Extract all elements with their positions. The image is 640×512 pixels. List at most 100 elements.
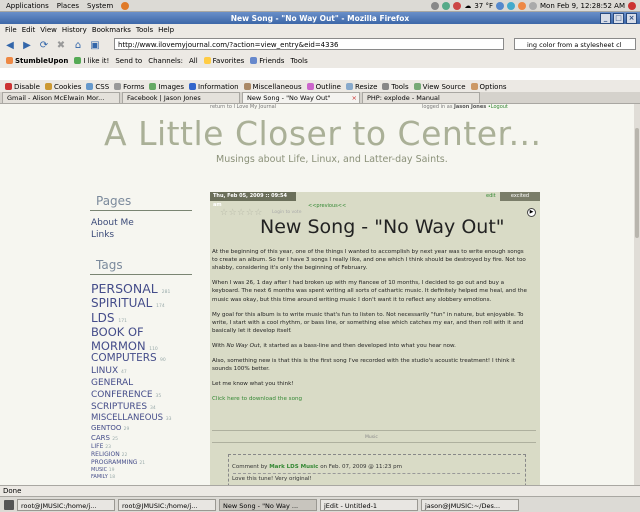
menu-history[interactable]: History	[62, 26, 87, 34]
tag-link[interactable]: RELIGION 22	[91, 451, 127, 458]
tag-link[interactable]: LINUX 47	[91, 366, 127, 376]
tag-link[interactable]: MUSIC 19	[91, 467, 114, 473]
site-icon: ▣	[90, 39, 100, 51]
close-button[interactable]: ×	[626, 13, 637, 24]
tag-link[interactable]: LDS 171	[91, 311, 127, 325]
images-button[interactable]: Images	[149, 83, 184, 91]
tab-new-song[interactable]: New Song - "No Way Out" ×	[242, 92, 360, 103]
tab-php-explode[interactable]: PHP: explode - Manual	[362, 92, 480, 103]
tools-dev-button[interactable]: Tools	[382, 83, 409, 91]
search-input[interactable]: ing color from a stylesheet cl	[514, 38, 636, 50]
tab-gmail[interactable]: Gmail - Alison McElwain Mor...	[2, 92, 120, 103]
all-button[interactable]: All	[189, 57, 198, 65]
sidebar-link-links[interactable]: Links	[91, 230, 114, 240]
scrollbar-thumb[interactable]	[635, 128, 639, 238]
tag-link[interactable]: GENERAL	[91, 378, 133, 388]
clock[interactable]: Mon Feb 9, 12:28:52 AM	[540, 2, 625, 10]
friends-button[interactable]: Friends	[250, 57, 284, 65]
tag-link[interactable]: FAMILY 18	[91, 474, 115, 480]
send-to-button[interactable]: Send to	[115, 57, 142, 65]
menu-view[interactable]: View	[40, 26, 57, 34]
menu-edit[interactable]: Edit	[22, 26, 36, 34]
tools-button[interactable]: Tools	[290, 57, 307, 65]
tray-icon[interactable]	[442, 2, 451, 10]
tag-link[interactable]: SCRIPTURES 34	[91, 402, 156, 412]
taskbar-item[interactable]: New Song - "No Way ...	[219, 498, 317, 511]
edit-link[interactable]: edit	[486, 193, 496, 199]
tag-link[interactable]: PROGRAMMING 21	[91, 459, 145, 466]
blog-title[interactable]: A Little Closer to Center...	[104, 114, 542, 153]
divider	[212, 430, 536, 431]
play-icon[interactable]: ▶	[527, 208, 536, 217]
rating-stars[interactable]: ☆☆☆☆☆	[220, 208, 263, 218]
options-button[interactable]: Options	[470, 83, 507, 91]
disable-button[interactable]: Disable	[5, 83, 40, 91]
volume-icon[interactable]	[529, 2, 537, 10]
weather-icon[interactable]: ☁	[464, 2, 471, 10]
tag-link[interactable]: COMPUTERS 90	[91, 352, 166, 364]
tray-icon[interactable]	[453, 2, 462, 10]
sidebar-link-about-me[interactable]: About Me	[91, 218, 134, 228]
favorites-button[interactable]: Favorites	[203, 57, 244, 65]
taskbar-item[interactable]: root@JMUSIC:/home/j...	[17, 498, 115, 511]
tray-icon[interactable]	[431, 2, 440, 10]
menu-tools[interactable]: Tools	[136, 26, 153, 34]
menu-bookmarks[interactable]: Bookmarks	[92, 26, 131, 34]
menu-applications[interactable]: Applications	[6, 2, 49, 10]
username[interactable]: Jason Jones	[454, 104, 486, 110]
like-button[interactable]: I like it!	[74, 57, 109, 65]
comment-author[interactable]: Mark LDS Music	[269, 464, 318, 470]
people-icon	[250, 57, 258, 64]
maximize-button[interactable]: □	[613, 13, 624, 24]
forms-button[interactable]: Forms	[114, 83, 144, 91]
tag-link[interactable]: MORMON 110	[91, 339, 158, 353]
information-button[interactable]: Information	[189, 83, 239, 91]
menu-system[interactable]: System	[87, 2, 113, 10]
skype-icon[interactable]	[507, 2, 515, 10]
view-source-button[interactable]: View Source	[413, 83, 466, 91]
menu-help[interactable]: Help	[158, 26, 174, 34]
tag-link[interactable]: MISCELLANEOUS 33	[91, 413, 172, 423]
page-scrollbar[interactable]	[634, 104, 640, 485]
comment-text: Love this tune! Very original!	[232, 476, 312, 482]
power-icon[interactable]	[628, 2, 636, 10]
reload-icon[interactable]: ⟳	[37, 38, 51, 52]
tag-link[interactable]: CARS 25	[91, 434, 118, 442]
forward-icon[interactable]: ▶	[20, 38, 34, 52]
tag-link[interactable]: CONFERENCE 35	[91, 390, 161, 400]
window-titlebar[interactable]: New Song - "No Way Out" - Mozilla Firefo…	[0, 12, 640, 24]
menu-file[interactable]: File	[5, 26, 17, 34]
home-icon[interactable]: ⌂	[71, 38, 85, 52]
css-icon	[86, 83, 94, 90]
minimize-button[interactable]: _	[600, 13, 611, 24]
tab-facebook[interactable]: Facebook | Jason Jones	[122, 92, 240, 103]
tag-link[interactable]: SPIRITUAL 174	[91, 296, 165, 310]
close-tab-icon[interactable]: ×	[352, 93, 357, 103]
tag-link[interactable]: GENTOO 29	[91, 424, 129, 432]
back-icon[interactable]: ◀	[3, 38, 17, 52]
firefox-launcher-icon[interactable]	[121, 1, 130, 10]
url-input[interactable]: http://www.ilovemyjournal.com/?action=vi…	[114, 38, 504, 50]
outline-button[interactable]: Outline	[306, 83, 341, 91]
download-link[interactable]: Click here to download the song	[212, 396, 302, 402]
tag-link[interactable]: BOOK OF	[91, 325, 144, 339]
resize-button[interactable]: Resize	[345, 83, 377, 91]
cookies-button[interactable]: Cookies	[44, 83, 81, 91]
tray-icon[interactable]	[496, 2, 504, 10]
menu-places[interactable]: Places	[57, 2, 79, 10]
miscellaneous-button[interactable]: Miscellaneous	[243, 83, 302, 91]
stop-icon[interactable]: ✖	[54, 38, 68, 52]
css-button[interactable]: CSS	[86, 83, 109, 91]
tray-icon[interactable]	[518, 2, 526, 10]
previous-link[interactable]: <<previous<<	[308, 203, 346, 209]
taskbar-item[interactable]: jason@JMUSIC:~/Des...	[421, 498, 519, 511]
taskbar-item[interactable]: jEdit - Untitled-1	[320, 498, 418, 511]
taskbar-item[interactable]: root@JMUSIC:/home/j...	[118, 498, 216, 511]
show-desktop-icon[interactable]	[4, 499, 14, 510]
tag-link[interactable]: LIFE 23	[91, 443, 111, 450]
stumble-button[interactable]: StumbleUpon	[6, 57, 68, 65]
tag-link[interactable]: PERSONAL 281	[91, 281, 170, 296]
category-label[interactable]: Music	[365, 435, 378, 440]
logout-link[interactable]: •Logout	[488, 104, 508, 110]
return-link[interactable]: return to I Love My Journal	[210, 104, 276, 110]
